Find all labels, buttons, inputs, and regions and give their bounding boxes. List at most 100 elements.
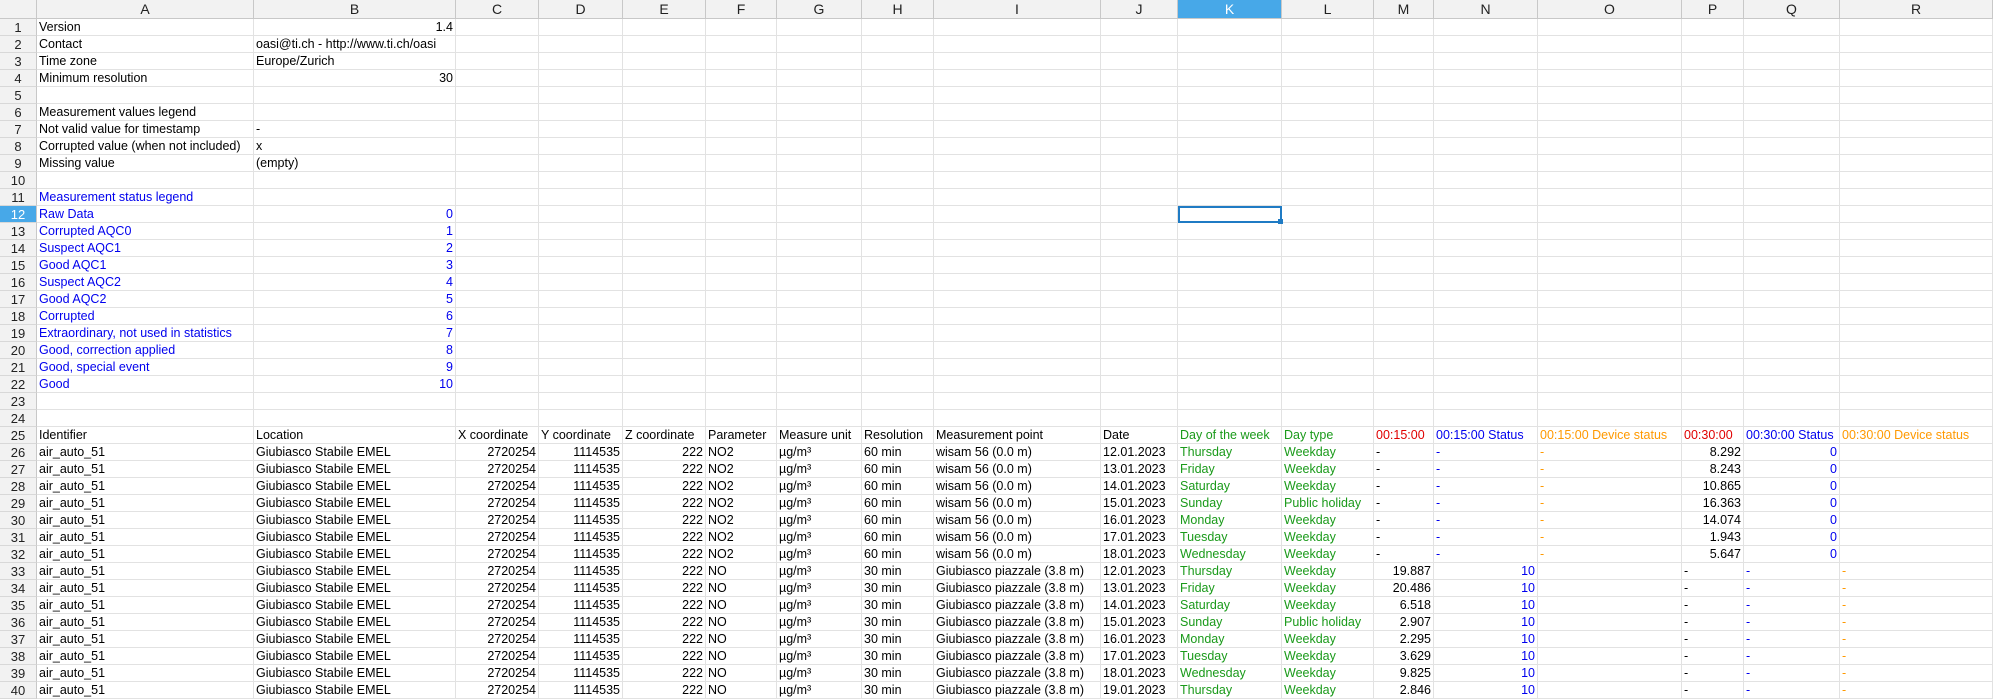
cell-b14[interactable]: 2: [254, 240, 456, 257]
cell[interactable]: [1682, 121, 1744, 138]
cell-b16[interactable]: 4: [254, 274, 456, 291]
cell-g25[interactable]: Measure unit: [777, 427, 862, 444]
cell-h26[interactable]: 60 min: [862, 444, 934, 461]
cell-e31[interactable]: 222: [623, 529, 706, 546]
cell-q28[interactable]: 0: [1744, 478, 1840, 495]
cell[interactable]: [1744, 138, 1840, 155]
cell-i26[interactable]: wisam 56 (0.0 m): [934, 444, 1101, 461]
cell[interactable]: [1682, 393, 1744, 410]
cell-r38[interactable]: -: [1840, 648, 1993, 665]
cell-i37[interactable]: Giubiasco piazzale (3.8 m): [934, 631, 1101, 648]
cell-o26[interactable]: -: [1538, 444, 1682, 461]
cell[interactable]: [1840, 410, 1993, 427]
cell-n33[interactable]: 10: [1434, 563, 1538, 580]
cell[interactable]: [623, 19, 706, 36]
cell[interactable]: [1101, 393, 1178, 410]
cell[interactable]: [1538, 155, 1682, 172]
cell[interactable]: [456, 240, 539, 257]
cell-p28[interactable]: 10.865: [1682, 478, 1744, 495]
cell[interactable]: [623, 189, 706, 206]
cell-j38[interactable]: 17.01.2023: [1101, 648, 1178, 665]
cell-q37[interactable]: -: [1744, 631, 1840, 648]
cell[interactable]: [1744, 53, 1840, 70]
row-header-36[interactable]: 36: [0, 614, 37, 631]
cell[interactable]: [539, 172, 623, 189]
cell[interactable]: [1282, 70, 1374, 87]
cell-e28[interactable]: 222: [623, 478, 706, 495]
cell-o39[interactable]: [1538, 665, 1682, 682]
cell-r28[interactable]: [1840, 478, 1993, 495]
cell[interactable]: [1840, 308, 1993, 325]
cell[interactable]: [934, 308, 1101, 325]
cell[interactable]: [1178, 53, 1282, 70]
cell[interactable]: [1682, 376, 1744, 393]
cell-m26[interactable]: -: [1374, 444, 1434, 461]
cell[interactable]: [1282, 155, 1374, 172]
cell-n39[interactable]: 10: [1434, 665, 1538, 682]
cell-d33[interactable]: 1114535: [539, 563, 623, 580]
cell[interactable]: [1434, 342, 1538, 359]
column-header-k[interactable]: K: [1178, 0, 1282, 19]
cell-i28[interactable]: wisam 56 (0.0 m): [934, 478, 1101, 495]
cell[interactable]: [934, 274, 1101, 291]
cell[interactable]: [706, 359, 777, 376]
cell[interactable]: [1538, 172, 1682, 189]
cell[interactable]: [623, 308, 706, 325]
cell[interactable]: [862, 376, 934, 393]
cell[interactable]: [1840, 155, 1993, 172]
cell-j33[interactable]: 12.01.2023: [1101, 563, 1178, 580]
cell-a33[interactable]: air_auto_51: [37, 563, 254, 580]
row-header-13[interactable]: 13: [0, 223, 37, 240]
cell-o38[interactable]: [1538, 648, 1682, 665]
cell[interactable]: [1434, 206, 1538, 223]
cell-n30[interactable]: -: [1434, 512, 1538, 529]
cell[interactable]: [456, 410, 539, 427]
cell[interactable]: [1434, 274, 1538, 291]
cell[interactable]: [1434, 240, 1538, 257]
cell[interactable]: [1374, 223, 1434, 240]
cell[interactable]: [1744, 87, 1840, 104]
cell-j32[interactable]: 18.01.2023: [1101, 546, 1178, 563]
cell[interactable]: [1374, 104, 1434, 121]
cell[interactable]: [777, 138, 862, 155]
cell[interactable]: [254, 410, 456, 427]
cell[interactable]: [706, 274, 777, 291]
cell-k31[interactable]: Tuesday: [1178, 529, 1282, 546]
cell[interactable]: [1101, 70, 1178, 87]
row-header-33[interactable]: 33: [0, 563, 37, 580]
cell-d39[interactable]: 1114535: [539, 665, 623, 682]
cell-p30[interactable]: 14.074: [1682, 512, 1744, 529]
cell[interactable]: [1434, 155, 1538, 172]
cell-h34[interactable]: 30 min: [862, 580, 934, 597]
cell-i35[interactable]: Giubiasco piazzale (3.8 m): [934, 597, 1101, 614]
cell[interactable]: [1682, 291, 1744, 308]
cell-g36[interactable]: µg/m³: [777, 614, 862, 631]
row-header-21[interactable]: 21: [0, 359, 37, 376]
cell[interactable]: [1101, 376, 1178, 393]
cell[interactable]: [706, 87, 777, 104]
cell[interactable]: [1434, 376, 1538, 393]
cell-i30[interactable]: wisam 56 (0.0 m): [934, 512, 1101, 529]
cell[interactable]: [1178, 359, 1282, 376]
column-header-r[interactable]: R: [1840, 0, 1993, 19]
cell-a34[interactable]: air_auto_51: [37, 580, 254, 597]
cell-f40[interactable]: NO: [706, 682, 777, 699]
column-header-n[interactable]: N: [1434, 0, 1538, 19]
cell[interactable]: [1282, 274, 1374, 291]
cell[interactable]: [254, 393, 456, 410]
cell-f26[interactable]: NO2: [706, 444, 777, 461]
cell-c30[interactable]: 2720254: [456, 512, 539, 529]
cell-b19[interactable]: 7: [254, 325, 456, 342]
cell[interactable]: [456, 121, 539, 138]
cell-q40[interactable]: -: [1744, 682, 1840, 699]
cell-q35[interactable]: -: [1744, 597, 1840, 614]
cell[interactable]: [1282, 257, 1374, 274]
cell[interactable]: [1840, 36, 1993, 53]
cell[interactable]: [1744, 155, 1840, 172]
cell-a17[interactable]: Good AQC2: [37, 291, 254, 308]
cell-o28[interactable]: -: [1538, 478, 1682, 495]
cell-c29[interactable]: 2720254: [456, 495, 539, 512]
cell[interactable]: [1101, 36, 1178, 53]
cell[interactable]: [777, 53, 862, 70]
cell-m27[interactable]: -: [1374, 461, 1434, 478]
